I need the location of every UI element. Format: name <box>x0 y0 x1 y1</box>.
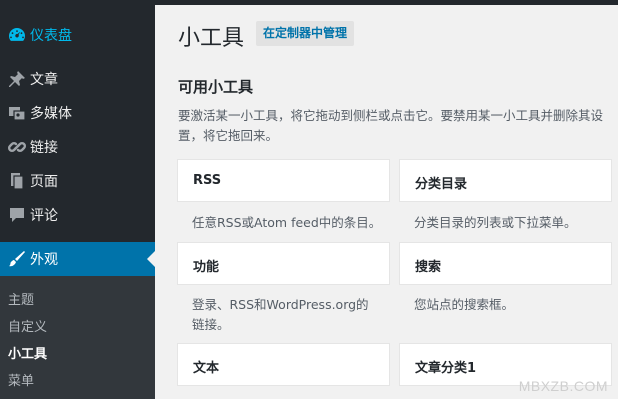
submenu-item-customize[interactable]: 自定义 <box>8 316 47 335</box>
widget-description: 登录、RSS和WordPress.org的链接。 <box>192 297 369 332</box>
menu-item-links[interactable]: 链接 <box>0 130 155 164</box>
menu-label-appearance: 外观 <box>30 252 58 268</box>
link-icon <box>0 137 32 157</box>
widget-search[interactable]: 搜索 <box>399 242 612 285</box>
menu-item-media[interactable]: 多媒体 <box>0 96 155 130</box>
widget-title: 分类目录 <box>415 177 468 192</box>
main-content: 小工具 在定制器中管理 可用小工具 要激活某一小工具，将它拖动到侧栏或点击它。要… <box>155 0 618 399</box>
menu-item-pages[interactable]: 页面 <box>0 164 155 198</box>
current-page-arrow <box>147 251 155 267</box>
menu-label-dashboard: 仪表盘 <box>30 28 72 44</box>
widget-text[interactable]: 文本 <box>177 343 390 386</box>
widget-description: 您站点的搜索框。 <box>414 297 515 312</box>
admin-bar-edge <box>155 0 618 5</box>
available-widgets-title: 可用小工具 <box>178 78 254 96</box>
widget-title: 搜索 <box>415 260 442 275</box>
pages-icon <box>0 171 32 191</box>
available-widgets-description: 要激活某一小工具，将它拖动到侧栏或点击它。要禁用某一小工具并删除其设置，将它拖回… <box>178 108 604 143</box>
admin-sidebar: 仪表盘 文章 多媒体 链接 页面 评论 外观 主题 自定义 小工具 菜单 <box>0 0 155 399</box>
submenu-item-themes[interactable]: 主题 <box>8 289 34 308</box>
submenu-item-menus[interactable]: 菜单 <box>8 370 34 389</box>
widget-meta[interactable]: 功能 <box>177 242 390 285</box>
widget-title: 功能 <box>193 260 220 275</box>
menu-label-comments: 评论 <box>30 208 58 224</box>
menu-item-comments[interactable]: 评论 <box>0 198 155 232</box>
menu-label-media: 多媒体 <box>30 106 72 122</box>
widget-description: 任意RSS或Atom feed中的条目。 <box>192 215 382 230</box>
pushpin-icon <box>0 69 32 89</box>
appearance-submenu: 主题 自定义 小工具 菜单 <box>0 276 155 399</box>
watermark: MBXZB.COM <box>518 378 608 394</box>
menu-label-links: 链接 <box>30 140 58 156</box>
menu-label-posts: 文章 <box>30 72 58 88</box>
menu-item-dashboard[interactable]: 仪表盘 <box>0 18 155 52</box>
widget-title: 文本 <box>193 361 220 376</box>
comment-icon <box>0 205 32 225</box>
media-icon <box>0 103 32 123</box>
submenu-item-widgets[interactable]: 小工具 <box>8 343 47 362</box>
paintbrush-icon <box>0 249 32 269</box>
menu-label-pages: 页面 <box>30 174 58 190</box>
widget-description: 分类目录的列表或下拉菜单。 <box>414 215 577 230</box>
widget-rss[interactable]: RSS <box>177 159 390 202</box>
page-title: 小工具 <box>178 26 245 51</box>
manage-in-customizer-button[interactable]: 在定制器中管理 <box>256 21 355 46</box>
widget-title: RSS <box>193 173 222 188</box>
menu-item-posts[interactable]: 文章 <box>0 62 155 96</box>
menu-item-appearance[interactable]: 外观 <box>0 242 155 276</box>
dashboard-icon <box>0 25 32 45</box>
widget-categories[interactable]: 分类目录 <box>399 159 612 202</box>
widget-title: 文章分类1 <box>415 361 477 376</box>
